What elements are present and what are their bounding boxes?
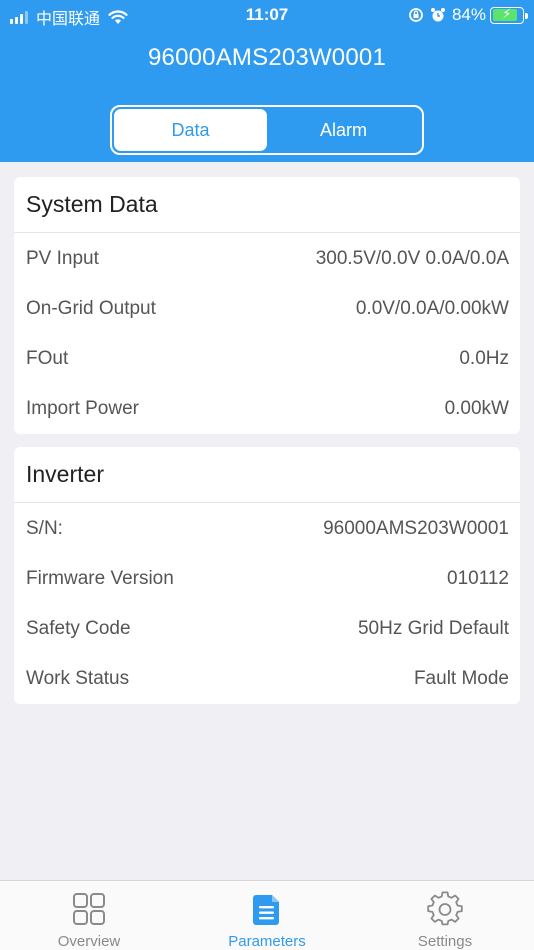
header-bar: 中国联通 11:07 84% ⚡ 96000AMS203W0001 Data A… — [0, 0, 534, 162]
system-data-card: System Data PV Input 300.5V/0.0V 0.0A/0.… — [14, 177, 520, 434]
gear-icon — [427, 891, 463, 926]
battery-percent: 84% — [451, 5, 486, 24]
document-icon — [253, 895, 279, 925]
page-title: 96000AMS203W0001 — [147, 44, 387, 71]
data-row: Work Status Fault Mode — [14, 654, 520, 704]
row-value: 0.0Hz — [459, 348, 509, 369]
alarm-clock-icon — [430, 8, 445, 22]
data-row: S/N: 96000AMS203W0001 — [14, 504, 520, 554]
row-value: 96000AMS203W0001 — [323, 518, 509, 539]
tab-alarm[interactable]: Alarm — [267, 109, 420, 151]
tab-label: Settings — [417, 933, 473, 950]
tab-parameters[interactable]: Parameters — [178, 881, 356, 950]
row-value: 0.0V/0.0A/0.00kW — [355, 298, 509, 319]
tab-data[interactable]: Data — [114, 109, 267, 151]
battery-icon: ⚡ — [490, 6, 528, 24]
tab-label: Parameters — [228, 933, 306, 950]
grid-icon — [73, 893, 105, 925]
row-value: 0.00kW — [444, 398, 509, 419]
row-label: Safety Code — [26, 618, 131, 639]
row-value: 50Hz Grid Default — [357, 618, 509, 639]
row-label: On-Grid Output — [26, 298, 156, 319]
tab-settings[interactable]: Settings — [356, 881, 534, 950]
row-label: Import Power — [26, 398, 139, 419]
data-row: Import Power 0.00kW — [14, 384, 520, 434]
data-row: On-Grid Output 0.0V/0.0A/0.00kW — [14, 284, 520, 334]
inverter-card: Inverter S/N: 96000AMS203W0001 Firmware … — [14, 447, 520, 704]
row-value: 010112 — [447, 568, 509, 589]
section-title: Inverter — [14, 447, 520, 503]
data-row: Firmware Version 010112 — [14, 554, 520, 604]
row-label: Firmware Version — [26, 568, 174, 589]
tab-overview[interactable]: Overview — [0, 881, 178, 950]
bottom-tab-bar: Overview Parameters Settings — [0, 880, 534, 950]
row-label: PV Input — [26, 248, 99, 269]
row-value: Fault Mode — [413, 668, 509, 689]
section-title: System Data — [14, 177, 520, 233]
row-value: 300.5V/0.0V 0.0A/0.0A — [315, 248, 509, 269]
row-label: Work Status — [26, 668, 130, 689]
data-row: PV Input 300.5V/0.0V 0.0A/0.0A — [14, 234, 520, 284]
row-label: S/N: — [26, 518, 63, 539]
data-row: FOut 0.0Hz — [14, 334, 520, 384]
data-row: Safety Code 50Hz Grid Default — [14, 604, 520, 654]
segmented-control: Data Alarm — [110, 105, 424, 155]
status-bar: 中国联通 11:07 84% ⚡ — [0, 0, 534, 30]
orientation-lock-icon — [409, 8, 423, 22]
tab-label: Overview — [57, 933, 121, 950]
row-label: FOut — [26, 348, 69, 369]
